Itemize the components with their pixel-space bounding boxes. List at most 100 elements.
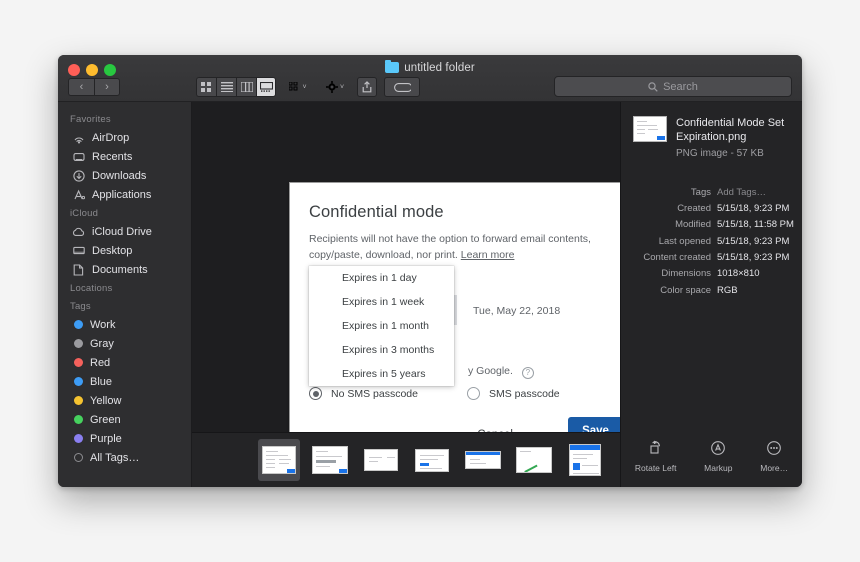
filmstrip-thumbnail[interactable] bbox=[258, 439, 300, 481]
gallery-view-icon bbox=[259, 82, 273, 92]
sidebar-item-label: Red bbox=[90, 356, 111, 369]
filmstrip-thumbnail[interactable] bbox=[360, 439, 402, 481]
sidebar-item-tag-green[interactable]: Green bbox=[58, 410, 191, 429]
dropdown-option-1-week[interactable]: Expires in 1 week bbox=[309, 290, 454, 314]
tag-dot-icon bbox=[74, 377, 83, 386]
thumbnail-image bbox=[516, 447, 552, 473]
filmstrip-thumbnail[interactable] bbox=[309, 439, 351, 481]
share-button[interactable] bbox=[357, 77, 377, 97]
learn-more-link[interactable]: Learn more bbox=[461, 249, 515, 261]
sidebar-item-downloads[interactable]: Downloads bbox=[58, 166, 191, 185]
metadata-table: Tags Add Tags… Created 5/15/18, 9:23 PM … bbox=[621, 185, 802, 299]
preview-area: Confidential mode Recipients will not ha… bbox=[192, 102, 643, 487]
metadata-value: 5/15/18, 9:23 PM bbox=[717, 202, 790, 214]
markup-label: Markup bbox=[704, 463, 733, 473]
metadata-row: Last opened 5/15/18, 9:23 PM bbox=[621, 234, 794, 250]
filmstrip-thumbnail[interactable] bbox=[462, 439, 504, 481]
metadata-row: Dimensions 1018×810 bbox=[621, 266, 794, 282]
sidebar-item-tag-yellow[interactable]: Yellow bbox=[58, 391, 191, 410]
radio-no-sms-passcode[interactable]: No SMS passcode bbox=[309, 387, 418, 400]
metadata-key: Last opened bbox=[658, 235, 711, 247]
folder-icon bbox=[385, 60, 400, 73]
list-view-icon bbox=[220, 82, 233, 92]
markup-button[interactable]: Markup bbox=[704, 440, 733, 473]
expiry-dropdown-menu[interactable]: Expires in 1 day Expires in 1 week Expir… bbox=[309, 266, 454, 386]
sidebar-item-tag-red[interactable]: Red bbox=[58, 353, 191, 372]
sidebar[interactable]: Favorites AirDrop Recents Downloads Appl… bbox=[58, 102, 192, 487]
filmstrip-thumbnail[interactable] bbox=[564, 439, 606, 481]
sidebar-item-icloud-drive[interactable]: iCloud Drive bbox=[58, 222, 191, 241]
metadata-key: Dimensions bbox=[661, 268, 711, 280]
metadata-key: Modified bbox=[675, 219, 711, 231]
sidebar-item-tag-work[interactable]: Work bbox=[58, 315, 191, 334]
gallery-view-button[interactable] bbox=[256, 77, 276, 97]
column-view-icon bbox=[240, 82, 253, 92]
rotate-left-icon bbox=[635, 440, 677, 460]
titlebar: untitled folder ‹ › ˅ ˅ Search bbox=[58, 55, 802, 102]
dropdown-option-3-months[interactable]: Expires in 3 months bbox=[309, 338, 454, 362]
radio-sms-passcode[interactable]: SMS passcode bbox=[467, 387, 560, 400]
window-title-text: untitled folder bbox=[404, 62, 475, 74]
more-button[interactable]: More… bbox=[760, 440, 788, 473]
sidebar-item-tag-blue[interactable]: Blue bbox=[58, 372, 191, 391]
dialog-title: Confidential mode bbox=[309, 203, 444, 221]
filmstrip[interactable] bbox=[192, 432, 620, 487]
file-info-text: Confidential Mode Set Expiration.png PNG… bbox=[676, 116, 792, 159]
sidebar-item-desktop[interactable]: Desktop bbox=[58, 241, 191, 260]
sidebar-item-label: Yellow bbox=[90, 394, 122, 407]
forward-button[interactable]: › bbox=[94, 78, 120, 96]
dropdown-option-1-month[interactable]: Expires in 1 month bbox=[309, 314, 454, 338]
more-label: More… bbox=[760, 463, 789, 473]
sidebar-item-airdrop[interactable]: AirDrop bbox=[58, 128, 191, 147]
column-view-button[interactable] bbox=[236, 77, 256, 97]
chevron-down-icon: ˅ bbox=[339, 83, 345, 91]
view-mode-segment bbox=[196, 77, 276, 97]
radio-button-icon bbox=[309, 387, 322, 400]
add-tags-field[interactable]: Add Tags… bbox=[717, 185, 766, 201]
file-header: Confidential Mode Set Expiration.png PNG… bbox=[621, 102, 802, 159]
list-view-button[interactable] bbox=[216, 77, 236, 97]
tag-icon bbox=[393, 82, 411, 92]
sidebar-item-label: All Tags… bbox=[90, 451, 140, 464]
sidebar-item-label: Applications bbox=[92, 188, 152, 201]
metadata-value: RGB bbox=[717, 284, 738, 296]
sidebar-item-applications[interactable]: Applications bbox=[58, 185, 191, 204]
dialog-description-text: Recipients will not have the option to f… bbox=[309, 233, 591, 262]
sidebar-item-label: Downloads bbox=[92, 169, 147, 182]
thumbnail-image bbox=[364, 449, 398, 471]
info-panel: Confidential Mode Set Expiration.png PNG… bbox=[620, 102, 802, 487]
search-input[interactable]: Search bbox=[554, 76, 792, 97]
metadata-key: Color space bbox=[660, 284, 711, 296]
group-by-button[interactable]: ˅ bbox=[283, 81, 313, 93]
desktop-icon bbox=[72, 244, 85, 257]
tag-button[interactable] bbox=[384, 77, 420, 97]
sidebar-item-label: Documents bbox=[92, 263, 148, 276]
sidebar-item-recents[interactable]: Recents bbox=[58, 147, 191, 166]
metadata-key: Tags bbox=[690, 186, 711, 198]
documents-icon bbox=[72, 263, 85, 276]
dropdown-option-5-years[interactable]: Expires in 5 years bbox=[309, 362, 454, 386]
expiry-date-value: Tue, May 22, 2018 bbox=[473, 305, 561, 317]
toolbar: ˅ ˅ bbox=[196, 77, 420, 97]
tag-dot-icon bbox=[74, 339, 83, 348]
sidebar-item-all-tags[interactable]: All Tags… bbox=[58, 448, 191, 467]
sidebar-item-label: iCloud Drive bbox=[92, 225, 152, 238]
sidebar-item-tag-purple[interactable]: Purple bbox=[58, 429, 191, 448]
filmstrip-thumbnail[interactable] bbox=[411, 439, 453, 481]
navigation-buttons: ‹ › bbox=[68, 78, 120, 96]
rotate-left-button[interactable]: Rotate Left bbox=[635, 440, 677, 473]
sidebar-item-tag-gray[interactable]: Gray bbox=[58, 334, 191, 353]
filmstrip-thumbnail[interactable] bbox=[513, 439, 555, 481]
tag-dot-icon bbox=[74, 415, 83, 424]
icon-view-button[interactable] bbox=[196, 77, 216, 97]
metadata-value: 5/15/18, 9:23 PM bbox=[717, 251, 790, 263]
back-button[interactable]: ‹ bbox=[68, 78, 94, 96]
help-icon[interactable]: ? bbox=[521, 367, 534, 379]
sidebar-item-documents[interactable]: Documents bbox=[58, 260, 191, 279]
info-actions: Rotate Left Markup More… bbox=[621, 440, 802, 473]
dropdown-option-1-day[interactable]: Expires in 1 day bbox=[309, 266, 454, 290]
action-menu-button[interactable]: ˅ bbox=[320, 81, 350, 93]
metadata-value: 5/15/18, 9:23 PM bbox=[717, 235, 790, 247]
all-tags-icon bbox=[74, 453, 83, 462]
more-icon bbox=[760, 440, 788, 460]
